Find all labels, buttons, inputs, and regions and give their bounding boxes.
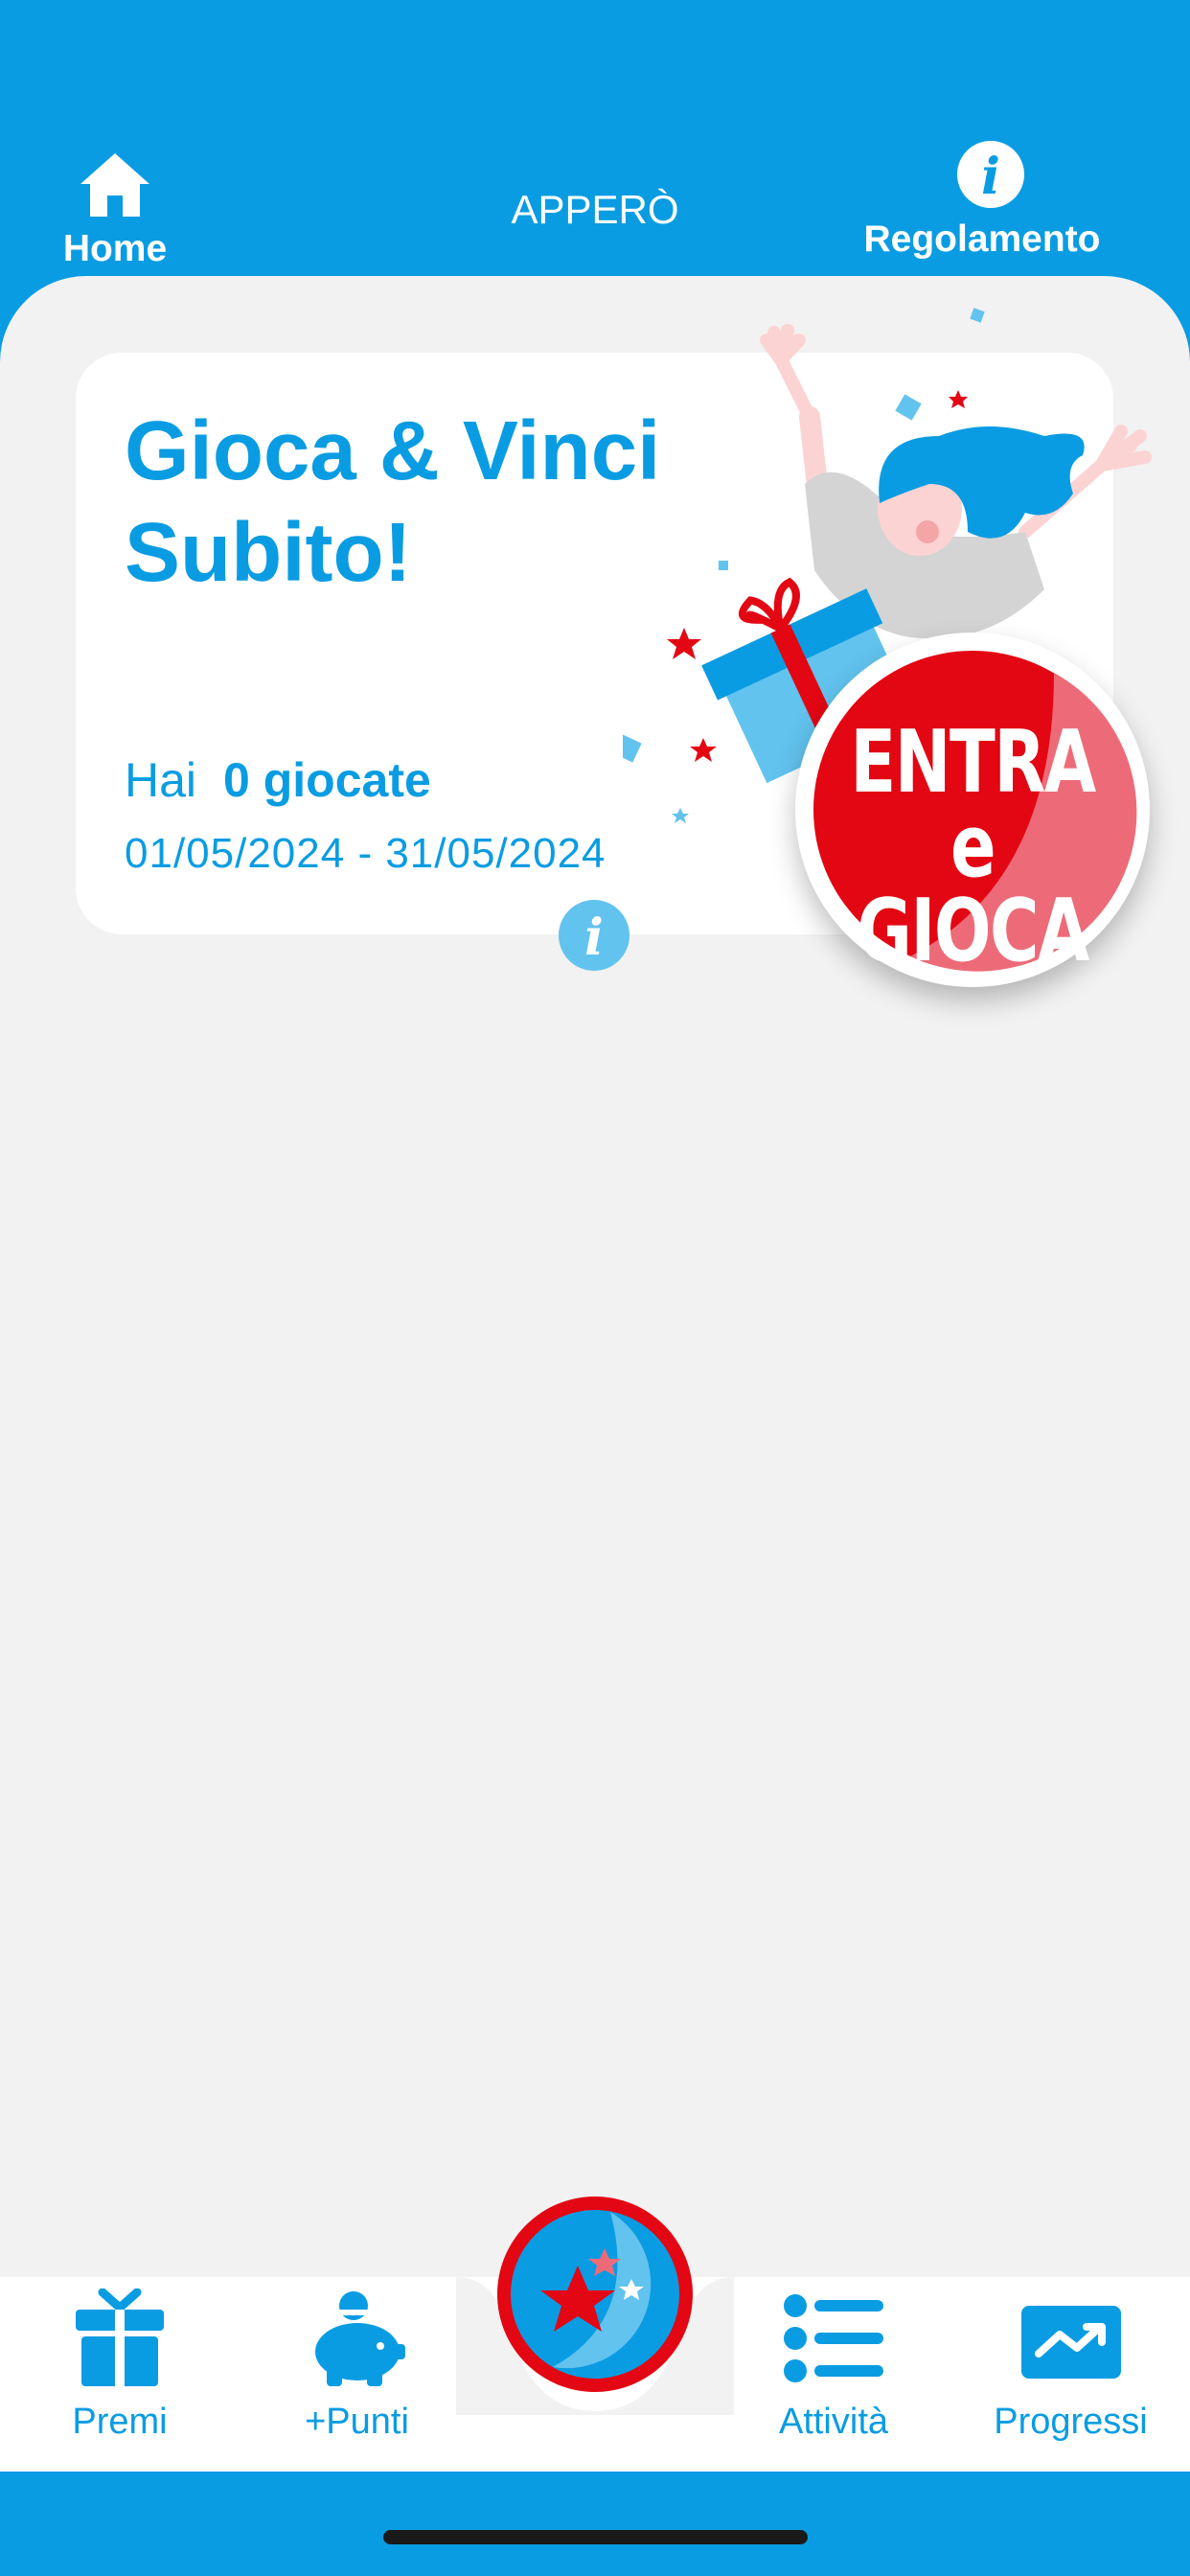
gift-icon — [76, 2288, 164, 2386]
svg-text:i: i — [981, 148, 1000, 206]
nav-label-punti: +Punti — [305, 2402, 409, 2442]
play-button-line1: ENTRA e — [850, 712, 1096, 897]
app-title: APPERÒ — [511, 187, 679, 232]
home-icon — [80, 153, 149, 217]
plays-count: 0 giocate — [223, 753, 431, 807]
plays-count-row: Hai 0 giocate — [125, 752, 431, 808]
piggy-bank-icon — [315, 2291, 405, 2386]
nav-item-progressi[interactable]: Progressi — [977, 2288, 1164, 2451]
rules-label: Regolamento — [863, 218, 1101, 260]
bottom-safe-area — [0, 2472, 1190, 2576]
plays-prefix: Hai — [125, 753, 197, 807]
nav-item-punti[interactable]: +Punti — [273, 2288, 441, 2451]
nav-item-attivita[interactable]: Attività — [747, 2288, 920, 2451]
nav-label-premi: Premi — [72, 2402, 168, 2442]
nav-label-attivita: Attività — [778, 2402, 889, 2442]
home-button[interactable]: Home — [38, 144, 192, 273]
card-info-icon[interactable]: i — [558, 899, 630, 972]
rules-button[interactable]: i Regolamento — [853, 134, 1111, 268]
info-icon: i — [957, 141, 1024, 208]
list-icon — [784, 2294, 883, 2382]
enter-and-play-button[interactable]: ENTRA e GIOCA — [795, 632, 1150, 987]
home-indicator — [383, 2530, 808, 2544]
progress-chart-icon — [1021, 2306, 1121, 2379]
play-button-line2: GIOCA — [857, 881, 1089, 981]
nav-label-progressi: Progressi — [994, 2402, 1148, 2442]
svg-text:i: i — [584, 908, 604, 967]
home-label: Home — [62, 228, 168, 269]
center-game-button[interactable] — [495, 2195, 695, 2394]
date-range: 01/05/2024 - 31/05/2024 — [125, 830, 606, 877]
nav-item-premi[interactable]: Premi — [38, 2288, 201, 2451]
play-button-label: ENTRA e GIOCA — [835, 712, 1111, 981]
star-game-icon — [497, 2196, 693, 2392]
